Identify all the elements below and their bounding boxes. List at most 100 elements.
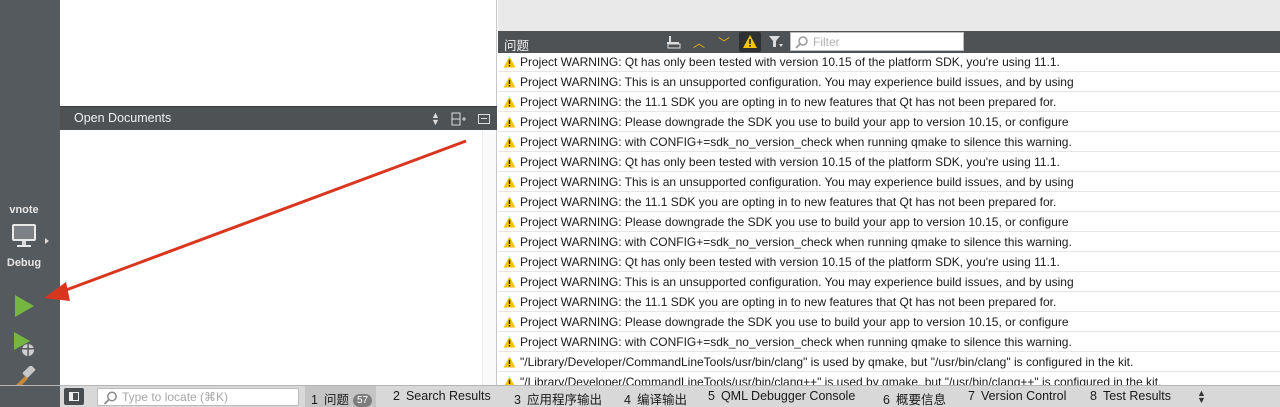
more-panes-arrows-icon[interactable]: ▲ ▼ (1197, 389, 1206, 405)
output-tab-6[interactable]: 6 概要信息 (883, 389, 946, 407)
warning-icon (503, 76, 516, 88)
tab-label: QML Debugger Console (720, 389, 856, 403)
issue-text: "/Library/Developer/CommandLineTools/usr… (520, 375, 1162, 385)
issue-text: Project WARNING: the 11.1 SDK you are op… (520, 295, 1057, 309)
search-icon (795, 36, 808, 49)
tab-number: 7 (968, 389, 975, 403)
output-tab-1[interactable]: 1 问题 57 (305, 386, 377, 407)
editor-area-top (498, 0, 1280, 31)
issue-text: Project WARNING: Qt has only been tested… (520, 155, 1060, 169)
output-pane-bar: 1 问题57 2 Search Results 3 应用程序输出 4 编译输出 5 QML Deb… (0, 385, 1280, 407)
open-documents-header: Open Documents ▲ ▼ (60, 106, 497, 130)
issue-row[interactable]: Project WARNING: with CONFIG+=sdk_no_ver… (498, 132, 1280, 152)
debug-run-icon[interactable] (10, 330, 38, 358)
output-tab-8[interactable]: 8 Test Results (1090, 389, 1171, 403)
warning-icon (503, 176, 516, 188)
tab-label: 应用程序输出 (526, 393, 602, 407)
monitor-icon[interactable] (10, 223, 38, 249)
next-item-icon[interactable]: ﹀ (718, 34, 730, 51)
bottom-mode-bar-filler (0, 386, 60, 407)
issue-text: Project WARNING: the 11.1 SDK you are op… (520, 195, 1057, 209)
issue-row[interactable]: Project WARNING: This is an unsupported … (498, 272, 1280, 292)
qt-creator-window: vnote Debug Open Documents ▲ ▼ 问题 ︿ ﹀ Fi… (0, 0, 1280, 407)
warning-icon (503, 336, 516, 348)
output-tab-5[interactable]: 5 QML Debugger Console (708, 389, 855, 403)
locator-input[interactable] (122, 390, 294, 404)
issue-text: Project WARNING: with CONFIG+=sdk_no_ver… (520, 335, 1072, 349)
warning-icon (503, 276, 516, 288)
warning-icon (503, 256, 516, 268)
filter-icon[interactable] (768, 35, 784, 49)
warning-icon (503, 96, 516, 108)
open-documents-scrollbar[interactable] (482, 130, 496, 385)
output-tab-4[interactable]: 4 编译输出 (624, 389, 687, 407)
issues-title: 问题 (504, 39, 530, 53)
warning-icon (503, 316, 516, 328)
issue-row[interactable]: Project WARNING: Please downgrade the SD… (498, 312, 1280, 332)
issue-text: Project WARNING: with CONFIG+=sdk_no_ver… (520, 235, 1072, 249)
issue-text: Project WARNING: the 11.1 SDK you are op… (520, 95, 1057, 109)
issue-row[interactable]: Project WARNING: This is an unsupported … (498, 172, 1280, 192)
open-documents-list[interactable] (60, 130, 497, 385)
warning-icon (503, 216, 516, 228)
view-selector-arrows-icon[interactable]: ▲ ▼ (431, 111, 440, 127)
issue-row[interactable]: Project WARNING: Please downgrade the SD… (498, 112, 1280, 132)
issue-row[interactable]: Project WARNING: Please downgrade the SD… (498, 212, 1280, 232)
issue-row[interactable]: Project WARNING: the 11.1 SDK you are op… (498, 292, 1280, 312)
issue-text: Project WARNING: This is an unsupported … (520, 75, 1074, 89)
warning-icon (504, 376, 515, 385)
build-config-label: Debug (6, 257, 42, 269)
issues-toolbar: 问题 ︿ ﹀ (498, 31, 1280, 53)
issue-row[interactable]: Project WARNING: the 11.1 SDK you are op… (498, 192, 1280, 212)
split-icon[interactable] (451, 112, 467, 126)
tab-number: 6 (883, 393, 890, 407)
filter-field[interactable] (790, 32, 964, 51)
project-tree-area (60, 0, 497, 106)
issue-row[interactable]: Project WARNING: with CONFIG+=sdk_no_ver… (498, 332, 1280, 352)
run-icon[interactable] (10, 292, 38, 320)
output-tab-2[interactable]: 2 Search Results (393, 389, 491, 403)
tab-number: 2 (393, 389, 400, 403)
mode-bar: vnote Debug (0, 0, 60, 390)
output-tab-3[interactable]: 3 应用程序输出 (514, 389, 602, 407)
issue-text: Project WARNING: Please downgrade the SD… (520, 315, 1069, 329)
warning-icon (503, 236, 516, 248)
issue-row[interactable]: Project WARNING: Qt has only been tested… (498, 53, 1280, 72)
tab-number: 3 (514, 393, 521, 407)
issue-text: Project WARNING: Qt has only been tested… (520, 55, 1060, 69)
show-warnings-toggle[interactable] (739, 32, 761, 52)
locator-field[interactable] (97, 388, 299, 406)
tab-label: Test Results (1102, 389, 1172, 403)
kit-selector-arrow-icon[interactable] (45, 238, 49, 244)
output-tab-7[interactable]: 7 Version Control (968, 389, 1066, 403)
issue-row[interactable]: "/Library/Developer/CommandLineTools/usr… (498, 352, 1280, 372)
warning-icon (503, 56, 516, 68)
tab-number: 1 (311, 393, 318, 407)
close-pane-icon[interactable] (478, 114, 490, 124)
open-documents-title: Open Documents (74, 111, 172, 125)
issue-text: Project WARNING: Please downgrade the SD… (520, 115, 1069, 129)
issue-text: Project WARNING: Please downgrade the SD… (520, 215, 1069, 229)
issue-row[interactable]: Project WARNING: Qt has only been tested… (498, 152, 1280, 172)
clean-icon[interactable] (666, 34, 682, 50)
issue-text: Project WARNING: Qt has only been tested… (520, 255, 1060, 269)
issue-text: Project WARNING: with CONFIG+=sdk_no_ver… (520, 135, 1072, 149)
warning-filter-icon (743, 35, 757, 48)
issue-text: Project WARNING: This is an unsupported … (520, 275, 1074, 289)
warning-icon (503, 156, 516, 168)
warning-icon (503, 136, 516, 148)
issue-row[interactable]: Project WARNING: Qt has only been tested… (498, 252, 1280, 272)
issue-text: Project WARNING: This is an unsupported … (520, 175, 1074, 189)
tab-label: 编译输出 (636, 393, 687, 407)
kit-name: vnote (9, 204, 39, 216)
previous-item-icon[interactable]: ︿ (693, 34, 705, 51)
issue-row[interactable]: Project WARNING: with CONFIG+=sdk_no_ver… (498, 232, 1280, 252)
warning-icon (503, 296, 516, 308)
issue-row[interactable]: Project WARNING: the 11.1 SDK you are op… (498, 92, 1280, 112)
toggle-sidebar-button[interactable] (64, 388, 84, 405)
issues-list[interactable]: Project WARNING: Qt has only been tested… (498, 53, 1280, 385)
filter-input[interactable] (813, 34, 961, 50)
issue-row[interactable]: Project WARNING: This is an unsupported … (498, 72, 1280, 92)
tab-label: 概要信息 (895, 393, 946, 407)
issue-row[interactable]: "/Library/Developer/CommandLineTools/usr… (498, 372, 1280, 385)
